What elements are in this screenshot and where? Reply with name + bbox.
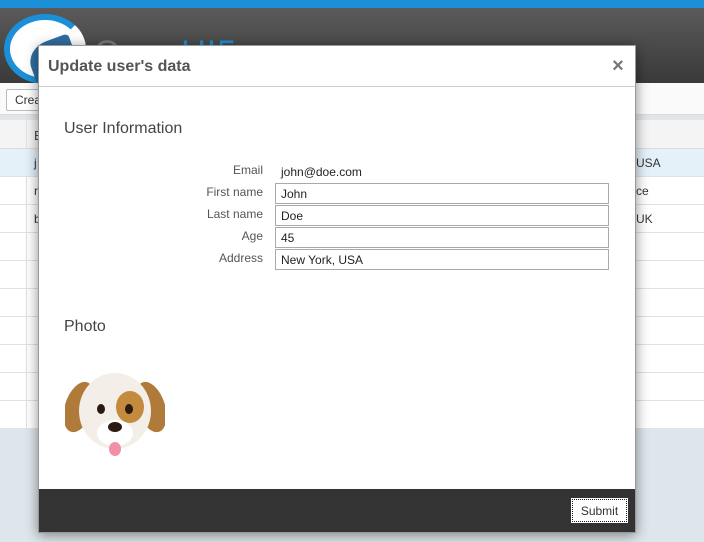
table-cell: USA [636, 156, 661, 170]
dialog-footer: Submit [39, 489, 635, 532]
table-cell: ce [636, 184, 649, 198]
dialog-title: Update user's data [48, 58, 191, 75]
address-label: Address [218, 251, 263, 265]
update-user-dialog: Update user's data × User Information Em… [38, 45, 636, 533]
email-value: john@doe.com [281, 165, 362, 179]
last-name-label: Last name [206, 207, 263, 221]
table-cell: UK [636, 212, 653, 226]
close-icon[interactable]: × [607, 55, 629, 77]
dog-face-icon [65, 373, 165, 456]
address-field[interactable] [275, 249, 609, 270]
age-field[interactable] [275, 227, 609, 248]
age-label: Age [241, 229, 263, 243]
user-information-heading: User Information [64, 120, 183, 137]
first-name-label: First name [206, 185, 263, 199]
email-label: Email [232, 163, 263, 177]
top-accent-bar [0, 0, 704, 8]
last-name-field[interactable] [275, 205, 609, 226]
table-cell: j [34, 156, 37, 170]
dialog-header: Update user's data × [39, 46, 635, 87]
photo-heading: Photo [64, 318, 106, 335]
first-name-field[interactable] [275, 183, 609, 204]
submit-button[interactable]: Submit [571, 498, 628, 523]
